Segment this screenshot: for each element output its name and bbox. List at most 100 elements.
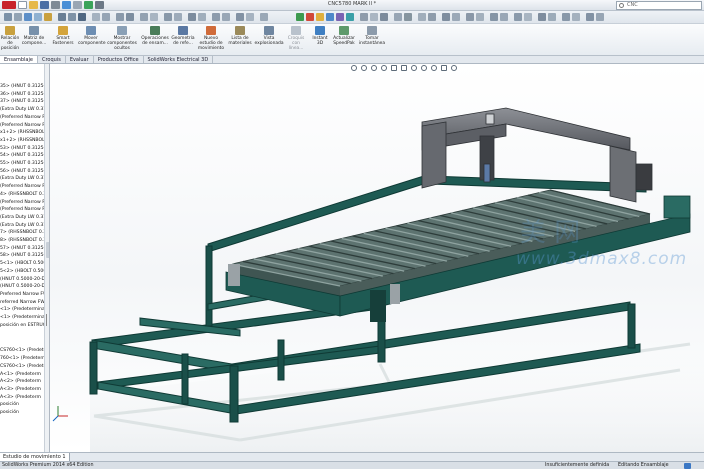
tree-item[interactable]: <1> (Predeterminado) [0,307,49,313]
insert-components-button[interactable]: Relación de posición [0,26,20,51]
tree-item[interactable]: CS760<1> (Predeterm [0,364,49,370]
grid-icon[interactable] [246,13,254,21]
display-style-icon[interactable] [400,64,408,71]
component-pattern-button[interactable]: Matriz de compone... [20,26,48,46]
tree-item[interactable]: posición [0,410,19,416]
tree-item[interactable]: (Preferred Narrow FW) [0,123,49,129]
render-icon[interactable] [466,13,474,21]
grid-icon[interactable] [140,13,148,21]
render-icon[interactable] [596,13,604,21]
graphics-area[interactable]: 美 网 www.3dmax8.com [50,64,704,452]
render-icon[interactable] [316,13,324,21]
tree-item[interactable]: 7> (RHSSNBOLT 0.31) [0,230,49,236]
tree-item[interactable]: (Preferred Narrow FW) [0,115,49,121]
tree-item[interactable]: 55> (HNUT 0.3125-18) [0,161,49,167]
tab-productos-office[interactable]: Productos Office [94,56,144,63]
tree-item[interactable]: 56> (HNUT 0.3125-18) [0,169,49,175]
new-motion-study-button[interactable]: Nuevo estudio de movimiento [197,26,225,51]
render-icon[interactable] [418,13,426,21]
render-icon[interactable] [404,13,412,21]
render-icon[interactable] [476,13,484,21]
render-icon[interactable] [306,13,314,21]
take-snapshot-button[interactable]: Tomar instantánea [358,26,386,46]
render-icon[interactable] [572,13,580,21]
instant-3d-button[interactable]: Instant 3D [309,26,331,46]
feature-icon[interactable] [34,13,42,21]
zoom-area-icon[interactable] [360,64,368,71]
tree-item[interactable]: CS760<1> (Predeterm [0,348,49,354]
appearance-icon[interactable] [420,64,428,71]
render-icon[interactable] [326,13,334,21]
grid-icon[interactable] [212,13,220,21]
tree-item[interactable]: (Extra Duty LW 0.31) [0,176,48,182]
render-icon[interactable] [370,13,378,21]
sketch-icon[interactable] [24,13,32,21]
bill-of-materials-button[interactable]: Lista de materiales [227,26,253,46]
render-icon[interactable] [586,13,594,21]
tree-item[interactable]: 35> (HNUT 0.3125-18-D-N) [0,84,49,90]
grid-icon[interactable] [174,13,182,21]
grid-icon[interactable] [116,13,124,21]
cube-icon[interactable] [14,13,22,21]
tree-item[interactable]: (Preferred Narrow FW) [0,184,49,190]
assembly-icon[interactable] [58,13,66,21]
render-icon[interactable] [514,13,522,21]
tree-item[interactable]: (Preferred Narrow FW) [0,207,49,213]
tree-item[interactable]: 8> (RHSSNBOLT 0.31) [0,238,49,244]
previous-view-icon[interactable] [370,64,378,71]
tree-item[interactable]: A<1> (Predeterm [0,372,41,378]
render-icon[interactable] [428,13,436,21]
mate-icon[interactable] [78,13,86,21]
tree-item[interactable]: (Preferred Narrow FW) [0,200,49,206]
view-orientation-icon[interactable] [390,64,398,71]
grid-icon[interactable] [92,13,100,21]
render-icon[interactable] [490,13,498,21]
tab-ensamblaje[interactable]: Ensamblaje [0,56,38,63]
section-view-icon[interactable] [380,64,388,71]
tree-item[interactable]: 53> (HNUT 0.3125-18) [0,146,49,152]
explode-line-sketch-button[interactable]: Croquis con línea... [285,26,307,51]
update-speedpak-button[interactable]: Actualizar SpeedPak [332,26,356,46]
render-icon[interactable] [500,13,508,21]
tree-item[interactable]: <1> (Predeterminad [0,315,48,321]
tree-item[interactable]: (HNUT 0.5000-20-D) [0,284,47,290]
render-icon[interactable] [380,13,388,21]
grid-icon[interactable] [164,13,172,21]
render-icon[interactable] [394,13,402,21]
tree-item[interactable]: 57> (HNUT 0.3125-18) [0,246,49,252]
render-icon[interactable] [452,13,460,21]
tree-item[interactable]: 37> (HNUT 0.3125-18-D-N) [0,99,49,105]
render-icon[interactable] [442,13,450,21]
tree-item[interactable]: Preferred Narrow FW [0,292,48,298]
tab-croquis[interactable]: Croquis [38,56,66,63]
render-icon[interactable] [548,13,556,21]
grid-icon[interactable] [126,13,134,21]
exploded-view-button[interactable]: Vista explosionada [254,26,284,46]
view-settings-icon[interactable] [440,64,448,71]
tree-item[interactable]: A<3> (Predeterm [0,395,41,401]
tree-item[interactable]: 36> (HNUT 0.3125-18-D-N) [0,92,49,98]
tree-item[interactable]: A<2> (Predeterm [0,379,41,385]
render-icon[interactable] [336,13,344,21]
render-icon[interactable] [296,13,304,21]
tree-item[interactable]: 54> (HNUT 0.3125-18) [0,153,49,159]
search-input[interactable]: CNC [616,1,702,10]
tree-item[interactable]: x1+2> (RHSSNBOLT) [0,138,49,144]
tree-item[interactable]: (Extra Duty LW 0.31) [0,223,48,229]
tree-item[interactable]: 5<1> (HBOLT 0.5000) [0,261,49,267]
tree-item[interactable]: (HNUT 0.5000-20-D) [0,277,47,283]
tree-item[interactable]: 4> (RHSSNBOLT 0.31) [0,192,49,198]
color-icon[interactable] [44,13,52,21]
assembly-icon[interactable] [68,13,76,21]
render-icon[interactable] [346,13,354,21]
render-icon[interactable] [524,13,532,21]
grid-icon[interactable] [150,13,158,21]
tree-item[interactable]: A<3> (Predeterm [0,387,41,393]
assembly-features-button[interactable]: Operaciones de ensam... [140,26,170,46]
cube-icon[interactable] [4,13,12,21]
tree-item[interactable]: referred Narrow FW [0,300,45,306]
grid-icon[interactable] [198,13,206,21]
tree-item[interactable]: 760<1> (Predeterm [0,356,47,362]
grid-icon[interactable] [222,13,230,21]
help-icon[interactable] [684,463,691,469]
